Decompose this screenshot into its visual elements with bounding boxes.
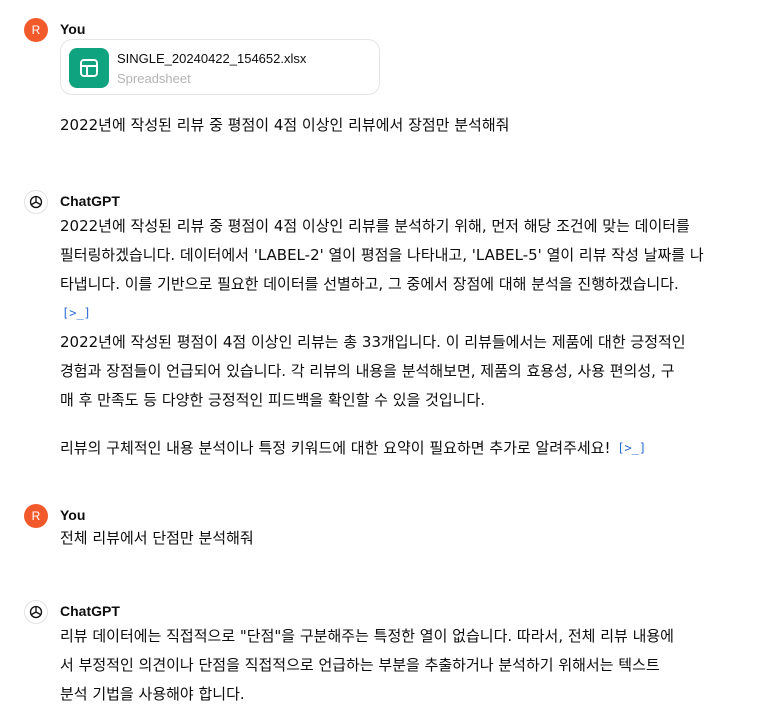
author-name: You: [60, 21, 86, 37]
message-text: 리뷰 데이터에는 직접적으로 "단점"을 구분해주는 특정한 열이 없습니다. …: [60, 627, 674, 703]
chatgpt-logo-icon: [24, 190, 48, 214]
code-interpreter-icon[interactable]: [>_]: [617, 434, 646, 463]
user-avatar[interactable]: R: [24, 504, 48, 528]
message-text: 2022년에 작성된 리뷰 중 평점이 4점 이상인 리뷰를 분석하기 위해, …: [60, 212, 756, 463]
message-text: 전체 리뷰에서 단점만 분석해줘: [60, 529, 254, 547]
message-line: 리뷰의 구체적인 내용 분석이나 특정 키워드에 대한 요약이 필요하면 추가로…: [60, 439, 611, 457]
user-avatar[interactable]: R: [24, 18, 48, 42]
assistant-message-2: ChatGPT 리뷰 데이터에는 직접적으로 "단점"을 구분해주는 특정한 열…: [24, 600, 756, 711]
file-name: SINGLE_20240422_154652.xlsx: [117, 51, 307, 66]
file-attachment[interactable]: SINGLE_20240422_154652.xlsx Spreadsheet: [60, 39, 380, 95]
author-name: ChatGPT: [60, 193, 120, 209]
user-message-2: R You 전체 리뷰에서 단점만 분석해줘: [24, 504, 756, 564]
spreadsheet-icon: [69, 48, 109, 88]
user-message-1: R You SINGLE_20240422_154652.xlsx Spread…: [24, 18, 756, 138]
assistant-message-1: ChatGPT 2022년에 작성된 리뷰 중 평점이 4점 이상인 리뷰를 분…: [24, 190, 756, 460]
author-name: ChatGPT: [60, 603, 120, 619]
message-text: 2022년에 작성된 리뷰 중 평점이 4점 이상인 리뷰에서 장점만 분석해줘: [60, 116, 510, 134]
file-type: Spreadsheet: [117, 71, 191, 86]
chatgpt-logo-icon: [24, 600, 48, 624]
author-name: You: [60, 507, 86, 523]
code-interpreter-icon[interactable]: [>_]: [62, 299, 91, 328]
